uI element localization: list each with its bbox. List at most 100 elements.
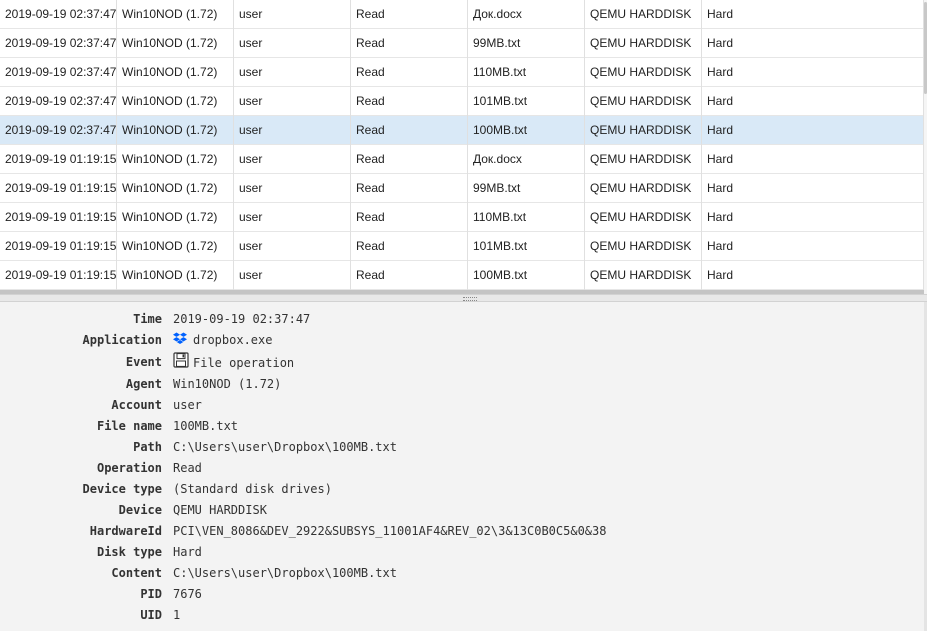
operation-cell: Read	[356, 36, 385, 50]
table-row[interactable]: 2019-09-19 02:37:47 Win10NOD (1.72) user Re…	[0, 87, 924, 116]
detail-label: Time	[133, 312, 162, 326]
detail-label: Disk type	[96, 545, 162, 559]
device-cell: QEMU HARDDISK	[590, 239, 692, 253]
events-table: 2019-09-19 02:37:47 Win10NOD (1.72) user Re…	[0, 0, 927, 296]
detail-row-content: Content C:\Users\user\Dropbox\100MB.txt	[0, 563, 900, 584]
time-cell: 2019-09-19 01:19:15	[5, 268, 117, 282]
operation-cell: Read	[356, 7, 385, 21]
agent-cell: Win10NOD (1.72)	[122, 181, 218, 195]
detail-label: Application	[82, 333, 162, 347]
detail-label: Event	[125, 355, 162, 369]
table-row[interactable]: 2019-09-19 02:37:47 Win10NOD (1.72) user Re…	[0, 0, 924, 29]
file-name-cell: 100MB.txt	[473, 268, 528, 282]
operation-cell: Read	[356, 181, 385, 195]
device-cell: QEMU HARDDISK	[590, 7, 692, 21]
floppy-disk-icon	[173, 352, 189, 375]
agent-cell: Win10NOD (1.72)	[122, 152, 218, 166]
account-cell: user	[239, 210, 263, 224]
time-cell: 2019-09-19 02:37:47	[5, 36, 117, 50]
time-cell: 2019-09-19 01:19:15	[5, 239, 117, 253]
device-cell: QEMU HARDDISK	[590, 210, 692, 224]
operation-cell: Read	[356, 94, 385, 108]
time-cell: 2019-09-19 01:19:15	[5, 152, 117, 166]
account-cell: user	[239, 36, 263, 50]
detail-value: C:\Users\user\Dropbox\100MB.txt	[173, 566, 397, 580]
detail-row-file-name: File name 100MB.txt	[0, 416, 900, 437]
detail-label: HardwareId	[89, 524, 162, 538]
operation-cell: Read	[356, 65, 385, 79]
file-name-cell: 99MB.txt	[473, 181, 521, 195]
detail-value: Read	[173, 461, 202, 475]
file-name-cell: Док.docx	[473, 7, 522, 21]
time-cell: 2019-09-19 01:19:15	[5, 181, 117, 195]
table-row[interactable]: 2019-09-19 02:37:47 Win10NOD (1.72) user Re…	[0, 58, 924, 87]
device-cell: QEMU HARDDISK	[590, 36, 692, 50]
detail-label: PID	[140, 587, 162, 601]
disk-type-cell: Hard	[707, 181, 734, 195]
operation-cell: Read	[356, 123, 385, 137]
disk-type-cell: Hard	[707, 123, 734, 137]
detail-label: Device	[118, 503, 162, 517]
device-cell: QEMU HARDDISK	[590, 94, 692, 108]
detail-value-wrap: File operation	[173, 352, 294, 375]
agent-cell: Win10NOD (1.72)	[122, 65, 218, 79]
disk-type-cell: Hard	[707, 152, 734, 166]
pane-splitter[interactable]	[0, 294, 927, 302]
detail-row-hardware-id: HardwareId PCI\VEN_8086&DEV_2922&SUBSYS_…	[0, 521, 900, 542]
time-cell: 2019-09-19 02:37:47	[5, 65, 117, 79]
account-cell: user	[239, 181, 263, 195]
account-cell: user	[239, 268, 263, 282]
disk-type-cell: Hard	[707, 36, 734, 50]
agent-cell: Win10NOD (1.72)	[122, 7, 218, 21]
detail-value: 1	[173, 608, 181, 622]
time-cell: 2019-09-19 01:19:15	[5, 210, 117, 224]
device-cell: QEMU HARDDISK	[590, 123, 692, 137]
detail-value: 2019-09-19 02:37:47	[173, 312, 311, 326]
detail-row-operation: Operation Read	[0, 458, 900, 479]
table-row[interactable]: 2019-09-19 01:19:15 Win10NOD (1.72) user Re…	[0, 261, 924, 290]
detail-value: Win10NOD (1.72)	[173, 377, 282, 391]
disk-type-cell: Hard	[707, 94, 734, 108]
detail-label: UID	[140, 608, 162, 622]
account-cell: user	[239, 239, 263, 253]
detail-value: File operation	[193, 356, 295, 370]
account-cell: user	[239, 65, 263, 79]
column-divider	[350, 0, 351, 296]
table-row[interactable]: 2019-09-19 01:19:15 Win10NOD (1.72) user Re…	[0, 145, 924, 174]
detail-value: user	[173, 398, 202, 412]
operation-cell: Read	[356, 239, 385, 253]
table-row[interactable]: 2019-09-19 02:37:47 Win10NOD (1.72) user Re…	[0, 116, 924, 145]
table-row[interactable]: 2019-09-19 01:19:15 Win10NOD (1.72) user Re…	[0, 174, 924, 203]
agent-cell: Win10NOD (1.72)	[122, 268, 218, 282]
time-cell: 2019-09-19 02:37:47	[5, 123, 117, 137]
splitter-grip-icon[interactable]	[463, 297, 477, 301]
account-cell: user	[239, 123, 263, 137]
detail-row-uid: UID 1	[0, 605, 900, 626]
account-cell: user	[239, 7, 263, 21]
detail-row-device-type: Device type (Standard disk drives)	[0, 479, 900, 500]
detail-value: 100MB.txt	[173, 419, 239, 433]
detail-row-path: Path C:\Users\user\Dropbox\100MB.txt	[0, 437, 900, 458]
detail-row-device: Device QEMU HARDDISK	[0, 500, 900, 521]
detail-value-wrap: dropbox.exe	[173, 330, 272, 351]
file-name-cell: 101MB.txt	[473, 239, 528, 253]
disk-type-cell: Hard	[707, 65, 734, 79]
device-cell: QEMU HARDDISK	[590, 65, 692, 79]
table-row[interactable]: 2019-09-19 01:19:15 Win10NOD (1.72) user Re…	[0, 232, 924, 261]
detail-label: Device type	[82, 482, 162, 496]
event-details-panel: Time 2019-09-19 02:37:47 Application dro…	[0, 302, 924, 631]
account-cell: user	[239, 94, 263, 108]
operation-cell: Read	[356, 210, 385, 224]
column-divider	[584, 0, 585, 296]
detail-label: File name	[96, 419, 162, 433]
agent-cell: Win10NOD (1.72)	[122, 210, 218, 224]
file-name-cell: 100MB.txt	[473, 123, 528, 137]
table-row[interactable]: 2019-09-19 02:37:47 Win10NOD (1.72) user Re…	[0, 29, 924, 58]
table-row[interactable]: 2019-09-19 01:19:15 Win10NOD (1.72) user Re…	[0, 203, 924, 232]
detail-row-time: Time 2019-09-19 02:37:47	[0, 309, 900, 330]
detail-label: Operation	[96, 461, 162, 475]
device-cell: QEMU HARDDISK	[590, 268, 692, 282]
agent-cell: Win10NOD (1.72)	[122, 123, 218, 137]
events-table-body: 2019-09-19 02:37:47 Win10NOD (1.72) user Re…	[0, 0, 924, 290]
detail-row-application: Application dropbox.exe	[0, 330, 900, 351]
